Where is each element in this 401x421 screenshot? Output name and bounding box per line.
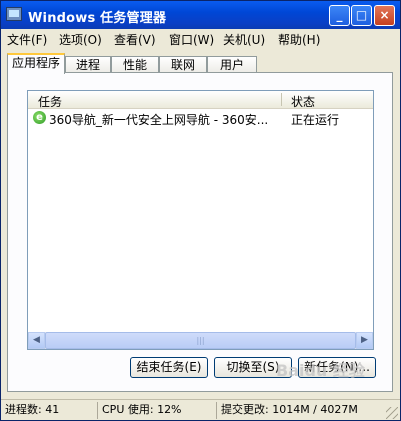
commit-charge: 提交更改: 1014M / 4027M <box>216 402 386 419</box>
task-list[interactable]: 任务 状态 e 360导航_新一代安全上网导航 - 360安... 正在运行 ◀… <box>27 90 374 350</box>
tab-users[interactable]: 用户 <box>207 56 257 73</box>
ie-icon: e <box>33 111 46 124</box>
process-count: 进程数: 41 <box>5 403 60 416</box>
task-manager-window: Windows 任务管理器 _ □ × 文件(F) 选项(O) 查看(V) 窗口… <box>0 0 401 421</box>
computer-icon <box>6 7 22 21</box>
list-header: 任务 状态 <box>28 91 373 109</box>
menu-view[interactable]: 查看(V) <box>114 31 156 48</box>
title-bar[interactable]: Windows 任务管理器 _ □ × <box>1 1 400 29</box>
tab-processes[interactable]: 进程 <box>65 56 111 73</box>
horizontal-scrollbar[interactable]: ◀ ||| ▶ <box>28 332 373 349</box>
baidu-watermark: Baidu 经验 <box>276 361 365 380</box>
menu-help[interactable]: 帮助(H) <box>278 31 320 48</box>
tab-applications[interactable]: 应用程序 <box>7 53 65 74</box>
column-header-task[interactable]: 任务 <box>38 93 62 110</box>
maximize-button[interactable]: □ <box>351 5 372 26</box>
scroll-left-icon[interactable]: ◀ <box>28 332 45 349</box>
scroll-right-icon[interactable]: ▶ <box>356 332 373 349</box>
column-header-status[interactable]: 状态 <box>291 93 315 110</box>
window-title: Windows 任务管理器 <box>28 11 167 26</box>
cpu-usage: CPU 使用: 12% <box>97 402 215 419</box>
menu-window[interactable]: 窗口(W) <box>169 31 214 48</box>
tab-networking[interactable]: 联网 <box>159 56 207 73</box>
tab-performance[interactable]: 性能 <box>111 56 159 73</box>
resize-grip-icon[interactable] <box>386 407 398 419</box>
minimize-button[interactable]: _ <box>329 5 350 26</box>
column-divider[interactable] <box>281 93 282 106</box>
applications-panel: 任务 状态 e 360导航_新一代安全上网导航 - 360安... 正在运行 ◀… <box>7 72 393 392</box>
row-task-name: 360导航_新一代安全上网导航 - 360安... <box>49 113 269 127</box>
menu-file[interactable]: 文件(F) <box>7 31 47 48</box>
menu-bar: 文件(F) 选项(O) 查看(V) 窗口(W) 关机(U) 帮助(H) <box>1 29 400 48</box>
menu-options[interactable]: 选项(O) <box>59 31 102 48</box>
table-row[interactable]: e 360导航_新一代安全上网导航 - 360安... 正在运行 <box>28 109 373 127</box>
close-button[interactable]: × <box>374 5 395 26</box>
status-bar: 进程数: 41 CPU 使用: 12% 提交更改: 1014M / 4027M <box>1 399 400 421</box>
end-task-button[interactable]: 结束任务(E) <box>130 357 208 378</box>
scroll-thumb[interactable]: ||| <box>45 332 356 349</box>
menu-shutdown[interactable]: 关机(U) <box>223 31 265 48</box>
row-status: 正在运行 <box>291 113 340 127</box>
